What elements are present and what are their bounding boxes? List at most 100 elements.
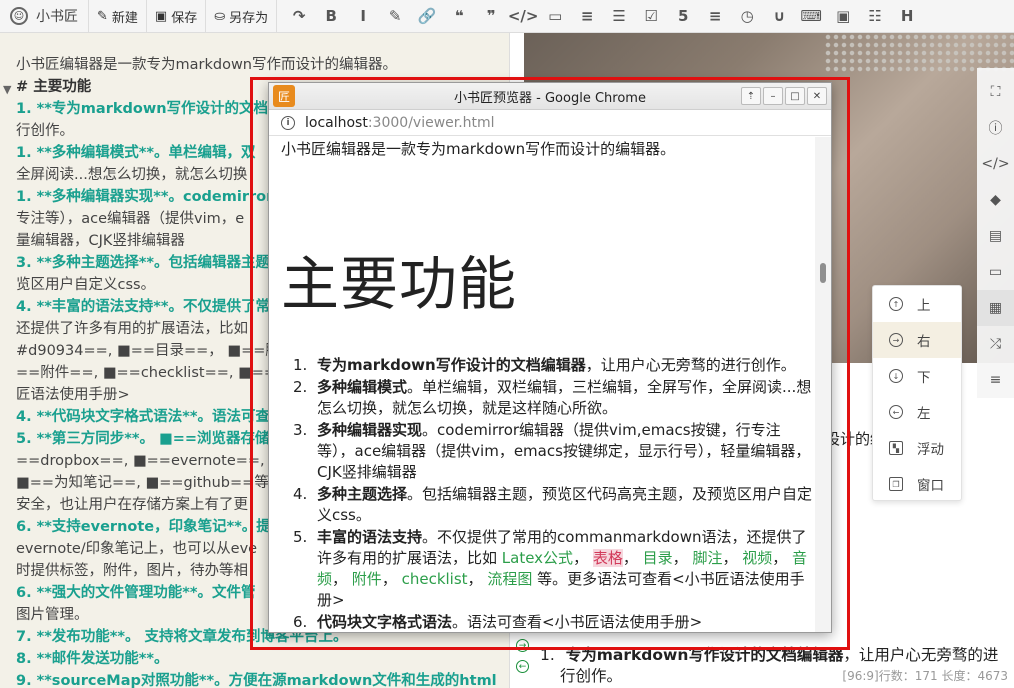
editor-line[interactable]: 6. **强大的文件管理功能**。文件管	[16, 583, 255, 603]
image-icon[interactable]: ▣	[827, 0, 859, 33]
share-icon[interactable]: ↷	[283, 0, 315, 33]
editor-line[interactable]: # 主要功能	[16, 77, 91, 97]
syntax-link[interactable]: 脚注	[692, 549, 722, 567]
editor-line[interactable]: 8. **邮件发送功能**。	[16, 649, 168, 669]
layout-menu-item[interactable]: ↑ 上	[873, 286, 961, 322]
preview-list-item: 1. 专为markdown写作设计的文档编辑器，让用户心无旁骛的进 行创作。	[540, 645, 998, 687]
layout-menu-item[interactable]: → 右	[873, 322, 961, 358]
editor-line[interactable]: ==附件==, ■==checklist==, ■==流程	[16, 363, 305, 383]
save-as-button[interactable]: ⛀ 另存为	[205, 0, 278, 33]
scrollbar-thumb[interactable]	[820, 263, 826, 283]
editor-line-text: 9. **sourceMap对照功能**。方便在源markdown文件和生成的h…	[16, 673, 497, 688]
checklist-icon[interactable]: ☑	[635, 0, 667, 33]
window-up-icon[interactable]: ⇡	[741, 87, 761, 105]
new-button[interactable]: ✎ 新建	[88, 0, 146, 33]
brush-icon[interactable]: ✎	[379, 0, 411, 33]
editor-line[interactable]: 1. **专为markdown写作设计的文档	[16, 99, 268, 119]
chrome-scrollbar[interactable]	[815, 137, 831, 632]
italic-icon[interactable]: I	[347, 0, 379, 33]
editor-line[interactable]: 4. **丰富的语法支持**。不仅提供了常	[16, 297, 270, 317]
syntax-link[interactable]: checklist	[402, 570, 468, 588]
editor-line[interactable]: 时提供标签，附件，图片，待办等相	[16, 561, 248, 581]
magnet-icon[interactable]: ∪	[763, 0, 795, 33]
drop-icon[interactable]: ◆	[977, 182, 1014, 218]
editor-line[interactable]: 1. **多种编辑器实现**。codemirror编	[16, 187, 288, 207]
preview-list-cont: 行创作。	[560, 667, 623, 685]
address-bar[interactable]: i localhost:3000/viewer.html	[269, 110, 831, 136]
editor-line[interactable]: 量编辑器，CJK竖排编辑器	[16, 231, 185, 251]
editor-line[interactable]: 专注等），ace编辑器（提供vim，e	[16, 209, 244, 229]
editor-line[interactable]: 图片管理。	[16, 605, 89, 625]
shuffle-icon[interactable]: ⤮	[977, 326, 1014, 362]
clock-icon[interactable]: ◷	[731, 0, 763, 33]
layout-menu-item[interactable]: ← 左	[873, 394, 961, 430]
syntax-link[interactable]: 附件	[352, 570, 382, 588]
code-icon[interactable]: </>	[977, 146, 1014, 182]
editor-line[interactable]: 6. **支持evernote，印象笔记**。提	[16, 517, 271, 537]
layout-menu-item[interactable]: ▚ 浮动	[873, 430, 961, 466]
url-text[interactable]: localhost:3000/viewer.html	[305, 115, 495, 131]
arrow-up-icon: ↑	[889, 297, 903, 311]
chrome-titlebar[interactable]: 匠 小书匠预览器 - Google Chrome ⇡ – □ ✕	[269, 83, 831, 110]
quote-close-icon[interactable]: ❞	[475, 0, 507, 33]
archive-icon[interactable]: ▤	[977, 218, 1014, 254]
edit-icon: ✎	[97, 8, 108, 24]
editor-line[interactable]: #d90934==, ■==目录==， ■==脚注	[16, 341, 294, 361]
editor-line[interactable]: 安全，也让用户在存储方案上有了更	[16, 495, 248, 515]
fold-arrow-icon[interactable]: ▼	[3, 83, 11, 96]
editor-line-text: 行创作。	[16, 123, 74, 139]
menu-icon[interactable]: ≡	[977, 362, 1014, 398]
editor-line[interactable]: 全屏阅读...想怎么切换，就怎么切换	[16, 165, 247, 185]
sync-left-icon[interactable]: ←	[516, 660, 529, 673]
list-item: 3. 多种编辑器实现。codemirror编辑器（提供vim,emacs按键，行专…	[293, 420, 813, 483]
editor-line[interactable]: 览区用户自定义css。	[16, 275, 155, 295]
layout-menu-item[interactable]: ↓ 下	[873, 358, 961, 394]
editor-line[interactable]: 9. **sourceMap对照功能**。方便在源markdown文件和生成的h…	[16, 671, 497, 688]
keyboard-icon[interactable]: ⌨	[795, 0, 827, 33]
quote-open-icon[interactable]: ❝	[443, 0, 475, 33]
unordered-list-icon[interactable]: ☰	[603, 0, 635, 33]
sync-right-icon[interactable]: →	[516, 639, 529, 652]
editor-line[interactable]: ==dropbox==, ■==evernote==, ■==	[16, 451, 307, 471]
syntax-link[interactable]: 视频	[742, 549, 772, 567]
list-item: 6. 代码块文字格式语法。语法可查看<小书匠语法使用手册>	[293, 612, 813, 632]
list-item: 2. 多种编辑模式。单栏编辑，双栏编辑，三栏编辑，全屏写作，全屏阅读...想怎么切…	[293, 377, 813, 419]
list-icon[interactable]: ☷	[859, 0, 891, 33]
menu-icon[interactable]: ≡	[699, 0, 731, 33]
monitor-icon[interactable]: ▭	[977, 254, 1014, 290]
editor-line[interactable]: 1. **多种编辑模式**。单栏编辑，双	[16, 143, 255, 163]
grid-icon[interactable]: ▦	[977, 290, 1014, 326]
editor-line[interactable]: ■==为知笔记==, ■==github==等多种	[16, 473, 298, 493]
layout-menu-item[interactable]: ❐ 窗口	[873, 466, 961, 502]
syntax-link[interactable]: 目录	[643, 549, 673, 567]
code-icon[interactable]: </>	[507, 0, 539, 33]
expand-icon[interactable]: ⛶	[977, 74, 1014, 110]
editor-line[interactable]: 行创作。	[16, 121, 74, 141]
syntax-link[interactable]: 表格	[592, 549, 623, 567]
html5-icon[interactable]: 5	[667, 0, 699, 33]
ordered-list-icon[interactable]: ≡	[571, 0, 603, 33]
editor-line[interactable]: 匠语法使用手册>	[16, 385, 130, 405]
syntax-link[interactable]: Latex公式	[502, 549, 573, 567]
link-icon[interactable]: 🔗	[411, 0, 443, 33]
editor-line[interactable]: 小书匠编辑器是一款专为markdown写作而设计的编辑器。	[16, 55, 397, 75]
editor-line-text: 8. **邮件发送功能**。	[16, 651, 169, 667]
window-maximize-button[interactable]: □	[785, 87, 805, 105]
heading-icon[interactable]: H	[891, 0, 923, 33]
syntax-link[interactable]: 流程图	[487, 570, 532, 588]
editor-line[interactable]: 还提供了许多有用的扩展语法，比如	[16, 319, 248, 339]
editor-line[interactable]: evernote/印象笔记上，也可以从eve	[16, 539, 257, 559]
editor-line[interactable]: 3. **多种主题选择**。包括编辑器主题	[16, 253, 270, 273]
editor-line[interactable]: 5. **第三方同步**。 ■==浏览器存储	[16, 429, 270, 449]
list-item-title: 代码块文字格式语法	[317, 613, 453, 631]
chrome-preview-window: 匠 小书匠预览器 - Google Chrome ⇡ – □ ✕ i local…	[268, 82, 832, 633]
site-info-icon[interactable]: i	[281, 115, 295, 130]
save-button[interactable]: ▣ 保存	[145, 0, 205, 33]
window-close-button[interactable]: ✕	[807, 87, 827, 105]
window-minimize-button[interactable]: –	[763, 87, 783, 105]
info-icon[interactable]: ⓘ	[977, 110, 1014, 146]
bold-icon[interactable]: B	[315, 0, 347, 33]
editor-line-text: 时提供标签，附件，图片，待办等相	[16, 563, 248, 579]
file-icon[interactable]: ▭	[539, 0, 571, 33]
editor-line[interactable]: 4. **代码块文字格式语法**。语法可查	[16, 407, 270, 427]
